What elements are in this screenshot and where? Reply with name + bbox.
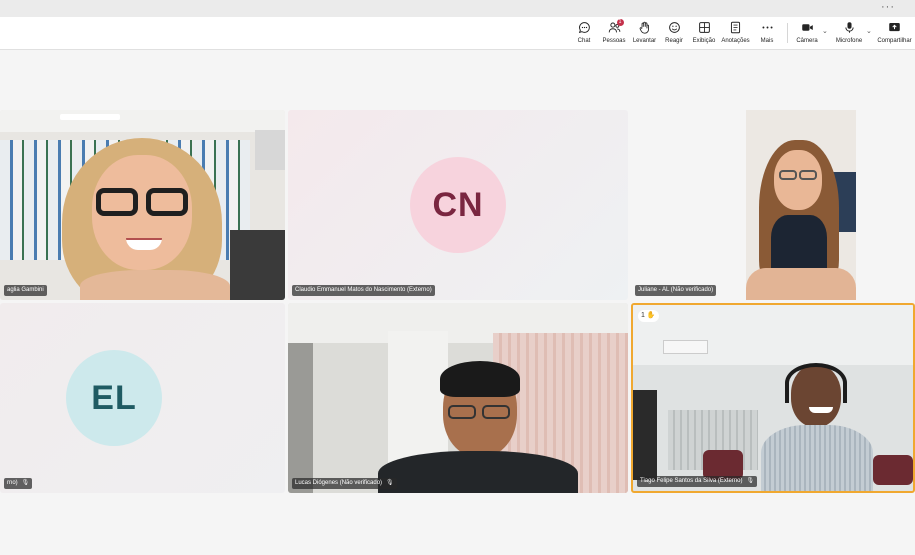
participant-name-label: rno) 🎙 [4, 478, 33, 489]
shirt [378, 451, 578, 493]
camera-label: Câmera [796, 38, 818, 44]
window-more-button[interactable]: ··· [881, 0, 895, 15]
participant-avatar: EL [66, 350, 162, 446]
teams-meeting-window: ··· Chat 1 Pessoas Levantar Reagir Exibi… [0, 0, 915, 555]
participant-name-label: aglia Gambini [4, 285, 47, 296]
camera-button[interactable]: Câmera [795, 21, 819, 45]
glasses-right [146, 188, 188, 216]
ceiling [0, 110, 285, 132]
door [388, 331, 448, 471]
muted-microphone-icon: 🎙 [746, 478, 755, 484]
chat-button[interactable]: Chat [575, 21, 593, 45]
view-button[interactable]: Exibição [692, 21, 716, 45]
notes-button[interactable]: Anotações [720, 21, 751, 45]
participant-tile-lucas[interactable]: Lucas Diógenes (Não verificado) 🎙 [288, 303, 628, 493]
raise-hand-icon [639, 21, 650, 34]
glasses-left [779, 170, 797, 180]
participant-tile-tiago[interactable]: 1 ✋ Tiago Felipe Santos da Silva (Externo… [631, 303, 915, 493]
more-button[interactable]: Mais [758, 21, 776, 45]
more-icon [761, 26, 773, 29]
face [774, 150, 822, 210]
wall-edge [288, 343, 313, 493]
raise-hand-button[interactable]: Levantar [632, 21, 657, 45]
more-label: Mais [760, 38, 774, 44]
glasses-right [482, 405, 510, 419]
muted-microphone-icon: 🎙 [21, 480, 30, 486]
toolbar-divider [787, 23, 788, 43]
microphone-button[interactable]: Microfone [834, 21, 864, 45]
participant-name-label: Juliane - AL (Não verificado) [635, 285, 717, 296]
muted-microphone-icon: 🎙 [386, 480, 394, 486]
notes-icon [730, 21, 741, 34]
participant-name-label: Claudio Emmanuel Matos do Nascimento (Ex… [292, 285, 435, 296]
reaction-indicator: 1 ✋ [638, 310, 659, 322]
headset [785, 363, 847, 403]
participant-name-label: Lucas Diógenes (Não verificado) 🎙 [292, 478, 397, 489]
title-bar: ··· [0, 0, 915, 17]
participant-tile-juliane[interactable]: Juliane - AL (Não verificado) [631, 110, 915, 300]
camera-options-chevron-icon[interactable]: ⌄ [822, 27, 828, 35]
participant-tile-claudio[interactable]: CN Claudio Emmanuel Matos do Nascimento … [288, 110, 628, 300]
camera-icon [801, 24, 813, 31]
notes-label: Anotações [721, 38, 750, 44]
participant-avatar: CN [410, 157, 506, 253]
meeting-toolbar: Chat 1 Pessoas Levantar Reagir Exibição … [0, 17, 915, 50]
share-label: Compartilhar [877, 38, 912, 44]
glasses-left [448, 405, 476, 419]
air-conditioner [663, 340, 708, 354]
people-badge: 1 [616, 19, 624, 26]
view-icon [698, 22, 710, 33]
microphone-label: Microfone [835, 38, 863, 44]
raised-hand-icon: ✋ [646, 312, 656, 319]
microphone-icon [844, 22, 854, 33]
glasses-left [96, 188, 138, 216]
participant-tile-el[interactable]: EL rno) 🎙 [0, 303, 285, 493]
striped-shirt [761, 425, 873, 491]
shoulders [80, 270, 230, 300]
people-label: Pessoas [602, 38, 626, 44]
monitor [633, 390, 657, 480]
ceiling [633, 305, 913, 365]
wall-unit [255, 130, 285, 170]
react-icon [668, 22, 680, 33]
arms [746, 268, 856, 300]
participant-name-label: Tiago Felipe Santos da Silva (Externo) 🎙 [637, 476, 758, 487]
people-button[interactable]: 1 Pessoas [602, 19, 626, 45]
glasses-right [799, 170, 817, 180]
microphone-options-chevron-icon[interactable]: ⌄ [866, 27, 872, 35]
hair [440, 361, 520, 397]
raise-hand-label: Levantar [632, 38, 657, 44]
react-button[interactable]: Reagir [665, 21, 683, 45]
chair-right [873, 455, 913, 485]
view-label: Exibição [692, 38, 716, 44]
smile [809, 407, 833, 413]
react-label: Reagir [665, 38, 683, 44]
desk-chair [230, 230, 285, 300]
share-button[interactable]: Compartilhar [876, 21, 913, 45]
chat-icon [578, 22, 590, 34]
ceiling-light [60, 114, 120, 120]
participant-tile-gambini[interactable]: aglia Gambini [0, 110, 285, 300]
chat-label: Chat [577, 38, 591, 44]
share-icon [889, 23, 900, 32]
